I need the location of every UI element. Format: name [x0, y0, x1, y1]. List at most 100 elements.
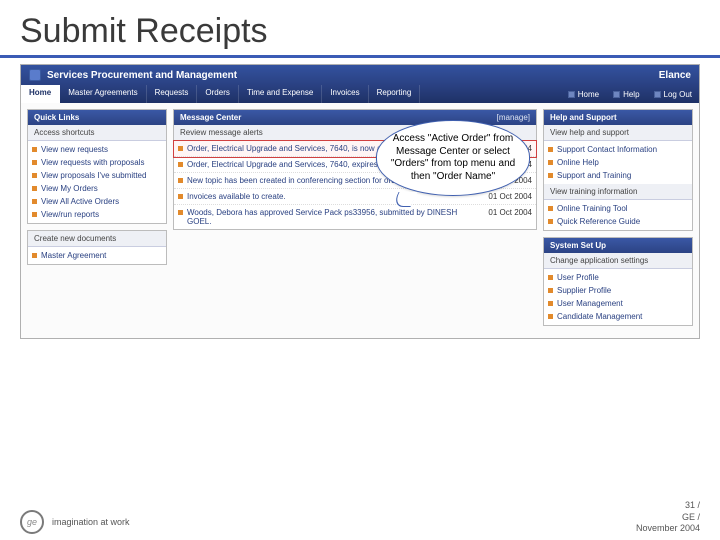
- help-icon: [613, 91, 620, 98]
- footer-tagline: imagination at work: [52, 517, 130, 527]
- bullet-icon: [548, 219, 553, 224]
- create-docs-list: Master Agreement: [28, 247, 166, 264]
- message-date: 01 Oct 2004: [472, 208, 532, 226]
- quick-links-header: Quick Links: [28, 110, 166, 125]
- util-home-label: Home: [578, 90, 599, 99]
- system-setup-label: User Profile: [557, 273, 599, 282]
- quick-link-item[interactable]: View All Active Orders: [30, 195, 164, 208]
- create-docs-item[interactable]: Master Agreement: [30, 249, 164, 262]
- system-setup-label: User Management: [557, 299, 623, 308]
- training-subheader: View training information: [544, 184, 692, 200]
- bullet-icon: [548, 147, 553, 152]
- quick-links-list: View new requests View requests with pro…: [28, 141, 166, 223]
- message-item[interactable]: Woods, Debora has approved Service Pack …: [174, 205, 536, 229]
- training-item[interactable]: Quick Reference Guide: [546, 215, 690, 228]
- help-support-label: Support Contact Information: [557, 145, 657, 154]
- help-support-subheader: View help and support: [544, 125, 692, 141]
- app-top-bar: Services Procurement and Management Elan…: [21, 65, 699, 85]
- ge-logo-icon: ge: [20, 510, 44, 534]
- quick-link-item[interactable]: View My Orders: [30, 182, 164, 195]
- app-icon: [29, 69, 41, 81]
- help-support-list: Support Contact Information Online Help …: [544, 141, 692, 184]
- help-support-label: Support and Training: [557, 171, 631, 180]
- tab-requests[interactable]: Requests: [147, 85, 198, 103]
- training-item[interactable]: Online Training Tool: [546, 202, 690, 215]
- footer-right: 31 / GE / November 2004: [636, 500, 700, 534]
- message-text: Woods, Debora has approved Service Pack …: [187, 208, 468, 226]
- app-title: Services Procurement and Management: [47, 70, 659, 81]
- quick-link-item[interactable]: View requests with proposals: [30, 156, 164, 169]
- help-support-item[interactable]: Support Contact Information: [546, 143, 690, 156]
- bullet-icon: [178, 194, 183, 199]
- bullet-icon: [548, 314, 553, 319]
- bullet-icon: [548, 160, 553, 165]
- logout-icon: [654, 91, 661, 98]
- system-setup-label: Supplier Profile: [557, 286, 611, 295]
- util-help[interactable]: Help: [606, 85, 646, 103]
- quick-link-item[interactable]: View proposals I've submitted: [30, 169, 164, 182]
- brand-label: Elance: [659, 70, 691, 81]
- left-column: Quick Links Access shortcuts View new re…: [27, 109, 167, 271]
- footer-company: GE /: [636, 512, 700, 523]
- quick-links-subheader: Access shortcuts: [28, 125, 166, 141]
- help-support-panel: Help and Support View help and support S…: [543, 109, 693, 231]
- training-list: Online Training Tool Quick Reference Gui…: [544, 200, 692, 230]
- main-columns: Quick Links Access shortcuts View new re…: [21, 103, 699, 338]
- system-setup-subheader: Change application settings: [544, 253, 692, 269]
- bullet-icon: [178, 162, 183, 167]
- instruction-callout: Access "Active Order" from Message Cente…: [376, 120, 530, 196]
- training-label: Quick Reference Guide: [557, 217, 640, 226]
- util-logout-label: Log Out: [664, 90, 692, 99]
- system-setup-item[interactable]: User Management: [546, 297, 690, 310]
- message-center-title: Message Center: [180, 113, 241, 122]
- footer-page: 31 /: [636, 500, 700, 511]
- bullet-icon: [32, 199, 37, 204]
- bullet-icon: [548, 288, 553, 293]
- bullet-icon: [178, 210, 183, 215]
- bullet-icon: [178, 146, 183, 151]
- bullet-icon: [178, 178, 183, 183]
- right-column: Help and Support View help and support S…: [543, 109, 693, 332]
- bullet-icon: [548, 301, 553, 306]
- bullet-icon: [32, 253, 37, 258]
- bullet-icon: [32, 147, 37, 152]
- bullet-icon: [32, 212, 37, 217]
- util-home[interactable]: Home: [561, 85, 606, 103]
- quick-link-label: View/run reports: [41, 210, 99, 219]
- create-docs-panel: Create new documents Master Agreement: [27, 230, 167, 265]
- footer-left: ge imagination at work: [20, 510, 130, 534]
- slide-footer: ge imagination at work 31 / GE / Novembe…: [0, 500, 720, 534]
- bullet-icon: [32, 186, 37, 191]
- quick-link-label: View requests with proposals: [41, 158, 144, 167]
- home-icon: [568, 91, 575, 98]
- help-support-label: Online Help: [557, 158, 599, 167]
- quick-link-label: View All Active Orders: [41, 197, 119, 206]
- system-setup-panel: System Set Up Change application setting…: [543, 237, 693, 326]
- slide-title: Submit Receipts: [0, 0, 720, 58]
- quick-link-label: View My Orders: [41, 184, 98, 193]
- tab-home[interactable]: Home: [21, 85, 60, 103]
- tab-master-agreements[interactable]: Master Agreements: [60, 85, 146, 103]
- help-support-item[interactable]: Support and Training: [546, 169, 690, 182]
- footer-date: November 2004: [636, 523, 700, 534]
- tab-reporting[interactable]: Reporting: [369, 85, 421, 103]
- tab-invoices[interactable]: Invoices: [322, 85, 368, 103]
- system-setup-label: Candidate Management: [557, 312, 642, 321]
- message-center-manage-link[interactable]: [manage]: [497, 113, 530, 122]
- bullet-icon: [548, 173, 553, 178]
- help-support-item[interactable]: Online Help: [546, 156, 690, 169]
- tab-time-and-expense[interactable]: Time and Expense: [239, 85, 322, 103]
- quick-link-label: View new requests: [41, 145, 108, 154]
- system-setup-item[interactable]: Candidate Management: [546, 310, 690, 323]
- tab-orders[interactable]: Orders: [197, 85, 238, 103]
- system-setup-list: User Profile Supplier Profile User Manag…: [544, 269, 692, 325]
- create-docs-header: Create new documents: [28, 231, 166, 247]
- help-support-header: Help and Support: [544, 110, 692, 125]
- quick-link-item[interactable]: View new requests: [30, 143, 164, 156]
- util-logout[interactable]: Log Out: [647, 85, 699, 103]
- system-setup-item[interactable]: Supplier Profile: [546, 284, 690, 297]
- system-setup-item[interactable]: User Profile: [546, 271, 690, 284]
- bullet-icon: [548, 275, 553, 280]
- bullet-icon: [32, 173, 37, 178]
- quick-link-item[interactable]: View/run reports: [30, 208, 164, 221]
